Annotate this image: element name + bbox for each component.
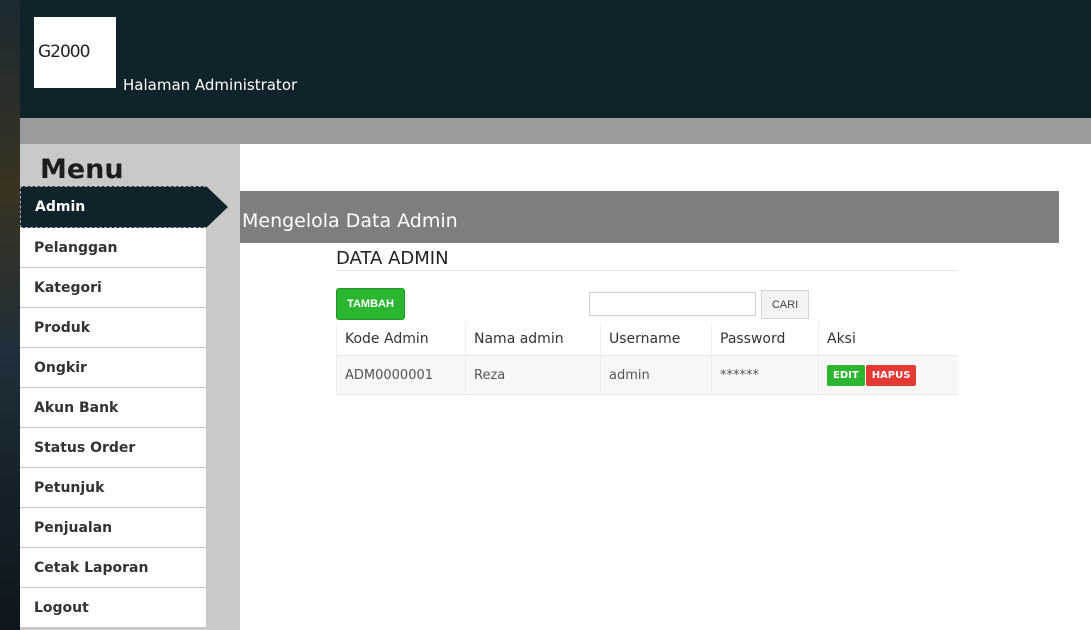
column-header-nama-admin: Nama admin <box>465 322 601 356</box>
column-header-password: Password <box>711 322 819 356</box>
column-header-kode-admin: Kode Admin <box>336 322 466 356</box>
header-divider-band <box>20 118 1091 144</box>
sidebar-item-penjualan[interactable]: Penjualan <box>20 508 206 548</box>
header-title: Halaman Administrator <box>123 76 298 94</box>
sidebar-item-cetak-laporan[interactable]: Cetak Laporan <box>20 548 206 588</box>
logo-text: G2000 <box>38 42 90 62</box>
cell-nama-admin: Reza <box>465 355 601 395</box>
sidebar-item-status-order[interactable]: Status Order <box>20 428 206 468</box>
sidebar-item-logout[interactable]: Logout <box>20 588 206 628</box>
sidebar: Menu Admin Pelanggan Kategori Produk Ong… <box>20 144 240 630</box>
search-button[interactable]: CARI <box>761 290 809 319</box>
column-header-username: Username <box>600 322 712 356</box>
sidebar-item-pelanggan[interactable]: Pelanggan <box>20 228 206 268</box>
cell-username: admin <box>600 355 712 395</box>
table-header-row: Kode Admin Nama admin Username Password … <box>336 322 958 356</box>
background-edge <box>0 0 20 630</box>
top-header: G2000 Halaman Administrator <box>20 0 1091 118</box>
cell-aksi: EDIT HAPUS <box>818 355 958 395</box>
sidebar-item-akun-bank[interactable]: Akun Bank <box>20 388 206 428</box>
section-title: DATA ADMIN <box>336 248 449 269</box>
cell-kode-admin: ADM0000001 <box>336 355 466 395</box>
sidebar-item-admin[interactable]: Admin <box>20 186 228 228</box>
delete-button[interactable]: HAPUS <box>865 364 917 386</box>
logo: G2000 <box>34 17 116 88</box>
sidebar-item-ongkir[interactable]: Ongkir <box>20 348 206 388</box>
sidebar-item-kategori[interactable]: Kategori <box>20 268 206 308</box>
sidebar-item-produk[interactable]: Produk <box>20 308 206 348</box>
menu-title: Menu <box>40 154 124 185</box>
sidebar-item-petunjuk[interactable]: Petunjuk <box>20 468 206 508</box>
search-input[interactable] <box>589 292 756 316</box>
admin-table: Kode Admin Nama admin Username Password … <box>336 322 958 395</box>
edit-button[interactable]: EDIT <box>827 364 865 386</box>
section-divider <box>336 270 958 271</box>
page-title: Mengelola Data Admin <box>242 210 458 232</box>
column-header-aksi: Aksi <box>818 322 958 356</box>
table-row: ADM0000001 Reza admin ****** EDIT HAPUS <box>336 355 958 395</box>
page-title-bar: Mengelola Data Admin <box>240 191 1059 243</box>
cell-password: ****** <box>711 355 819 395</box>
add-button[interactable]: TAMBAH <box>336 288 405 320</box>
menu-list: Admin Pelanggan Kategori Produk Ongkir A… <box>20 186 228 628</box>
